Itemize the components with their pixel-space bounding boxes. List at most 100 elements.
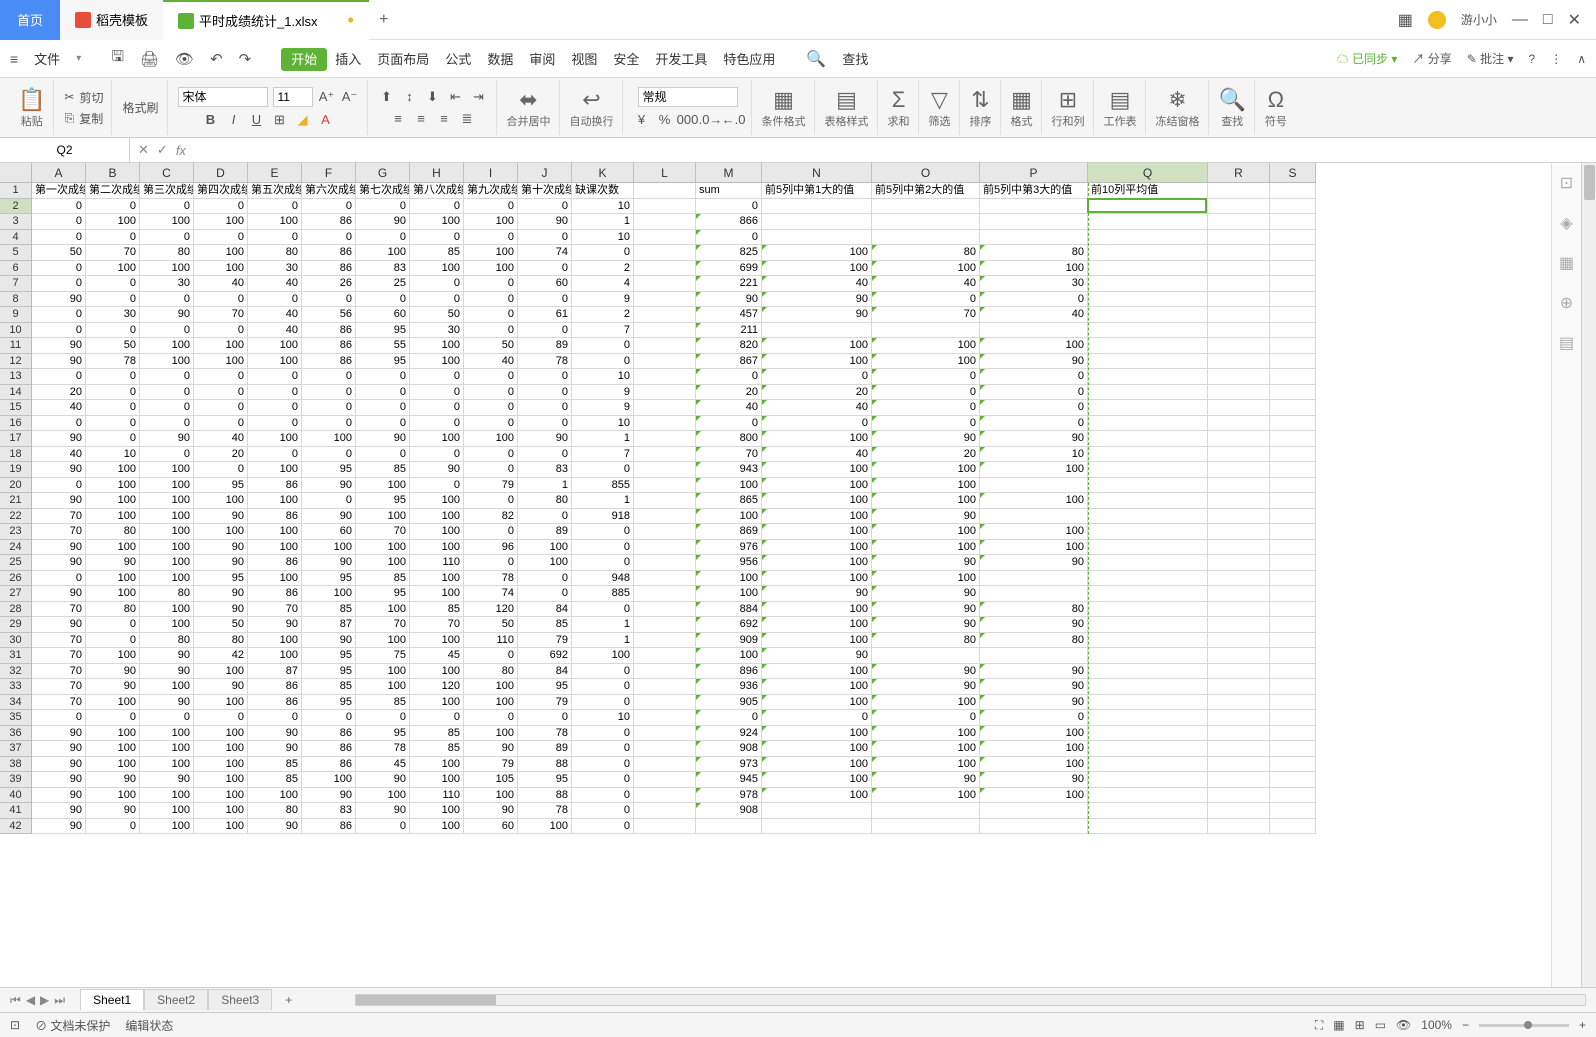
row-header-10[interactable]: 10 bbox=[0, 323, 32, 339]
cell[interactable]: 100 bbox=[410, 354, 464, 370]
cell[interactable] bbox=[634, 586, 696, 602]
cell[interactable] bbox=[872, 819, 980, 835]
cell[interactable] bbox=[1270, 757, 1316, 773]
cell[interactable]: 100 bbox=[140, 524, 194, 540]
cell[interactable]: 50 bbox=[86, 338, 140, 354]
row-header-28[interactable]: 28 bbox=[0, 602, 32, 618]
cell[interactable]: 90 bbox=[762, 292, 872, 308]
cell[interactable]: 100 bbox=[980, 540, 1088, 556]
cell[interactable]: 0 bbox=[464, 292, 518, 308]
cell[interactable]: 0 bbox=[464, 369, 518, 385]
menu-特色应用[interactable]: 特色应用 bbox=[715, 52, 783, 67]
cell[interactable]: 70 bbox=[696, 447, 762, 463]
cell[interactable]: 95 bbox=[356, 726, 410, 742]
cell[interactable] bbox=[1088, 648, 1208, 664]
cell[interactable]: 0 bbox=[572, 726, 634, 742]
cell[interactable]: 100 bbox=[86, 509, 140, 525]
cell[interactable]: 100 bbox=[410, 757, 464, 773]
col-header-D[interactable]: D bbox=[194, 163, 248, 183]
cell[interactable]: 86 bbox=[248, 695, 302, 711]
cell[interactable]: 100 bbox=[140, 679, 194, 695]
cell[interactable]: 1 bbox=[572, 633, 634, 649]
cell[interactable] bbox=[1088, 369, 1208, 385]
cell[interactable]: 0 bbox=[86, 323, 140, 339]
cell[interactable]: 0 bbox=[86, 710, 140, 726]
cell[interactable] bbox=[1208, 741, 1270, 757]
cell[interactable]: 100 bbox=[140, 493, 194, 509]
cell[interactable]: 0 bbox=[356, 447, 410, 463]
cell[interactable]: 90 bbox=[872, 664, 980, 680]
cell[interactable]: 100 bbox=[762, 664, 872, 680]
cell[interactable] bbox=[634, 261, 696, 277]
col-header-R[interactable]: R bbox=[1208, 163, 1270, 183]
zoom-thumb[interactable] bbox=[1524, 1021, 1532, 1029]
col-header-N[interactable]: N bbox=[762, 163, 872, 183]
cell[interactable]: 79 bbox=[464, 757, 518, 773]
row-header-3[interactable]: 3 bbox=[0, 214, 32, 230]
sort-button[interactable]: ⇅排序 bbox=[970, 87, 992, 129]
cell[interactable]: 100 bbox=[762, 741, 872, 757]
cell[interactable]: 90 bbox=[980, 695, 1088, 711]
cell[interactable]: 83 bbox=[302, 803, 356, 819]
cell[interactable]: 20 bbox=[762, 385, 872, 401]
cell[interactable]: 100 bbox=[410, 509, 464, 525]
cell[interactable]: 0 bbox=[302, 400, 356, 416]
cell[interactable] bbox=[1270, 183, 1316, 199]
cell[interactable]: 0 bbox=[194, 400, 248, 416]
cell[interactable]: 0 bbox=[356, 369, 410, 385]
cell[interactable]: 10 bbox=[86, 447, 140, 463]
cell[interactable]: 0 bbox=[356, 230, 410, 246]
col-header-S[interactable]: S bbox=[1270, 163, 1316, 183]
cell[interactable]: 100 bbox=[86, 757, 140, 773]
cell[interactable] bbox=[1208, 493, 1270, 509]
cell[interactable]: 40 bbox=[696, 400, 762, 416]
cell[interactable]: 0 bbox=[572, 338, 634, 354]
cell[interactable]: 90 bbox=[872, 555, 980, 571]
cell[interactable]: 100 bbox=[356, 633, 410, 649]
cell[interactable]: 86 bbox=[248, 509, 302, 525]
cell[interactable]: 90 bbox=[872, 772, 980, 788]
cell[interactable]: 100 bbox=[194, 493, 248, 509]
cell[interactable]: 0 bbox=[872, 292, 980, 308]
cell[interactable]: 100 bbox=[356, 602, 410, 618]
cell[interactable]: 0 bbox=[140, 199, 194, 215]
cell[interactable]: 56 bbox=[302, 307, 356, 323]
sidebar-item-4[interactable]: ⊕ bbox=[1552, 283, 1581, 323]
row-header-32[interactable]: 32 bbox=[0, 664, 32, 680]
cell[interactable] bbox=[1088, 493, 1208, 509]
cell[interactable]: 40 bbox=[762, 400, 872, 416]
cell[interactable]: 100 bbox=[762, 695, 872, 711]
cell[interactable]: 70 bbox=[194, 307, 248, 323]
row-header-4[interactable]: 4 bbox=[0, 230, 32, 246]
cell[interactable] bbox=[634, 540, 696, 556]
cell[interactable]: 0 bbox=[518, 230, 572, 246]
cell[interactable] bbox=[1088, 555, 1208, 571]
menu-插入[interactable]: 插入 bbox=[327, 52, 369, 67]
cell[interactable]: 0 bbox=[302, 230, 356, 246]
cell[interactable] bbox=[1208, 617, 1270, 633]
cell[interactable]: 0 bbox=[32, 230, 86, 246]
cell[interactable]: 0 bbox=[518, 509, 572, 525]
cell[interactable]: 100 bbox=[140, 788, 194, 804]
cell[interactable] bbox=[980, 819, 1088, 835]
cell[interactable]: 825 bbox=[696, 245, 762, 261]
cell[interactable]: 100 bbox=[410, 540, 464, 556]
col-header-L[interactable]: L bbox=[634, 163, 696, 183]
cell[interactable]: 0 bbox=[762, 369, 872, 385]
cell[interactable]: 0 bbox=[572, 819, 634, 835]
cell[interactable]: 0 bbox=[140, 230, 194, 246]
cell[interactable]: 0 bbox=[248, 416, 302, 432]
cell[interactable]: 0 bbox=[410, 416, 464, 432]
cell[interactable] bbox=[1270, 710, 1316, 726]
cell[interactable] bbox=[1208, 788, 1270, 804]
cell[interactable]: 86 bbox=[248, 555, 302, 571]
cell[interactable]: 884 bbox=[696, 602, 762, 618]
cell[interactable] bbox=[634, 276, 696, 292]
merge-button[interactable]: ⬌合并居中 bbox=[507, 87, 551, 129]
cell[interactable]: 74 bbox=[464, 586, 518, 602]
cell[interactable] bbox=[634, 493, 696, 509]
cell[interactable]: 30 bbox=[980, 276, 1088, 292]
cell[interactable]: 40 bbox=[762, 276, 872, 292]
cell[interactable]: 100 bbox=[762, 633, 872, 649]
cell[interactable] bbox=[634, 478, 696, 494]
